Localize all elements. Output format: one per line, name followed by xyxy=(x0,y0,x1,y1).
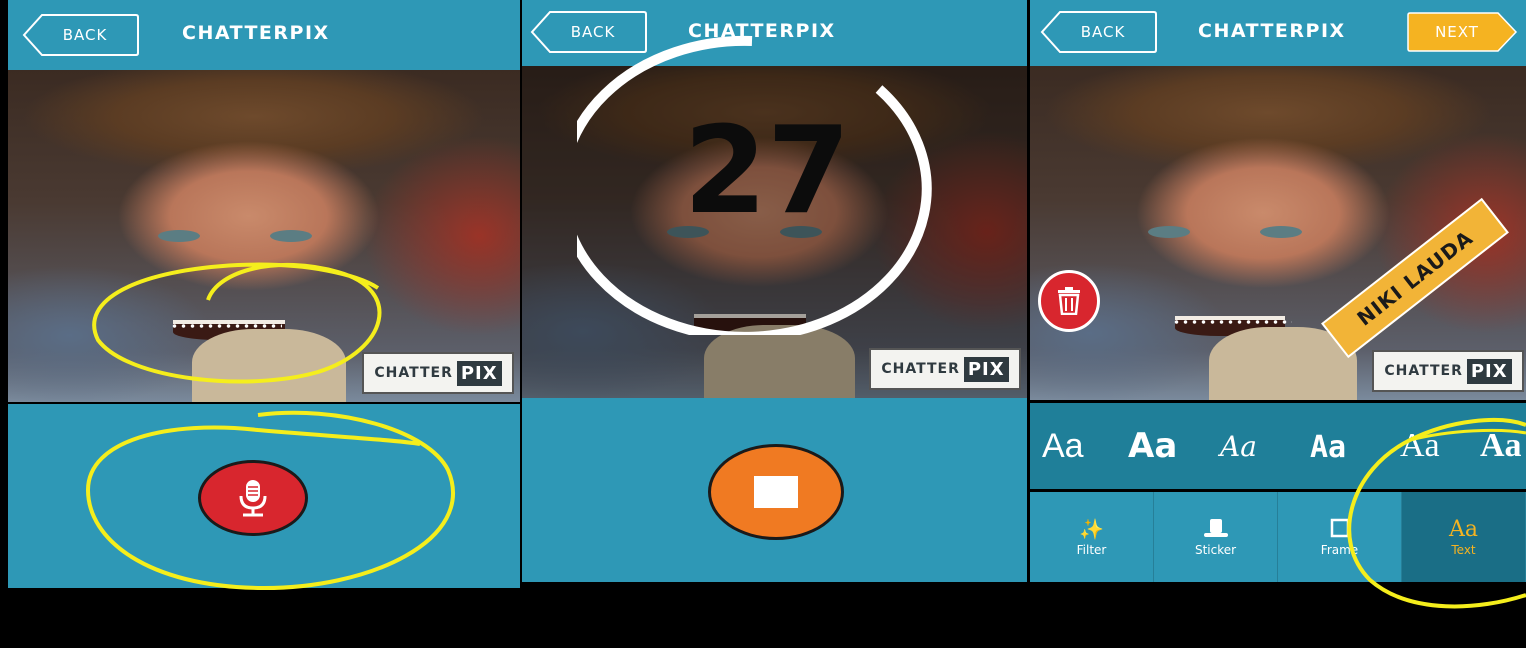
tab-sticker[interactable]: Sticker xyxy=(1154,492,1278,582)
right-eye xyxy=(1260,226,1302,238)
tab-label: Text xyxy=(1451,543,1476,557)
mouth-markers[interactable] xyxy=(1172,320,1292,324)
watermark-text: CHATTER xyxy=(374,365,453,381)
next-button[interactable]: NEXT xyxy=(1406,11,1518,53)
app-title: CHATTERPIX xyxy=(182,22,330,44)
font-picker: Aa Aa Aa Aa Aa Aa xyxy=(1030,403,1526,489)
text-icon: Aa xyxy=(1448,517,1478,542)
chatterpix-watermark: CHATTER PIX xyxy=(1372,350,1524,392)
top-bar: BACK CHATTERPIX xyxy=(8,0,520,70)
edit-screen: BACK CHATTERPIX NEXT NIKI LAUDA CHATTER P… xyxy=(1030,0,1526,648)
font-option-serif-bold[interactable]: Aa xyxy=(1480,429,1522,463)
font-option-bold[interactable]: Aa xyxy=(1128,429,1177,463)
stop-icon xyxy=(754,476,798,508)
top-bar: BACK CHATTERPIX NEXT xyxy=(1030,0,1526,66)
app-title: CHATTERPIX xyxy=(1198,20,1346,42)
tab-frame[interactable]: Frame xyxy=(1278,492,1402,582)
right-eye xyxy=(270,230,312,242)
left-eye xyxy=(158,230,200,242)
left-eye xyxy=(1148,226,1190,238)
watermark-pix: PIX xyxy=(1466,358,1512,384)
trash-icon xyxy=(1058,287,1080,315)
font-option-script[interactable]: Aa xyxy=(1220,433,1257,461)
back-label: BACK xyxy=(1080,23,1126,41)
recording-controls xyxy=(522,398,1027,582)
portrait-photo: CHATTER PIX xyxy=(8,70,520,402)
countdown-number: 27 xyxy=(683,102,851,241)
watermark-pix: PIX xyxy=(963,356,1009,382)
record-button[interactable] xyxy=(198,460,308,536)
collar xyxy=(192,328,346,402)
watermark-pix: PIX xyxy=(456,360,502,386)
portrait-photo: NIKI LAUDA CHATTER PIX xyxy=(1030,66,1526,400)
wand-icon: ✨ xyxy=(1079,517,1104,541)
mouth-markers[interactable] xyxy=(170,324,282,328)
tab-label: Sticker xyxy=(1194,543,1237,557)
font-option-serif[interactable]: Aa xyxy=(1400,429,1440,463)
hat-icon xyxy=(1203,517,1229,543)
chatterpix-watermark: CHATTER PIX xyxy=(869,348,1021,390)
tab-label: Filter xyxy=(1076,543,1107,557)
text-sticker[interactable]: NIKI LAUDA xyxy=(1321,197,1509,359)
record-controls xyxy=(8,404,520,588)
stop-button[interactable] xyxy=(708,444,844,540)
tab-filter[interactable]: ✨ Filter xyxy=(1030,492,1154,582)
chatterpix-watermark: CHATTER PIX xyxy=(362,352,514,394)
watermark-text: CHATTER xyxy=(1384,363,1463,379)
back-label: BACK xyxy=(62,26,108,44)
font-option-display[interactable]: Aa xyxy=(1310,433,1346,463)
tab-label: Frame xyxy=(1320,543,1359,557)
edit-tab-bar: ✨ Filter Sticker Frame Aa Text xyxy=(1030,492,1526,582)
frame-icon xyxy=(1329,517,1351,543)
next-label: NEXT xyxy=(1435,23,1479,41)
recording-screen: BACK CHATTERPIX CHATTER PIX 27 xyxy=(522,0,1027,648)
microphone-icon xyxy=(239,480,267,517)
back-button[interactable]: BACK xyxy=(1040,10,1158,54)
back-button[interactable]: BACK xyxy=(22,13,140,57)
watermark-text: CHATTER xyxy=(881,361,960,377)
delete-sticker-button[interactable] xyxy=(1038,270,1100,332)
font-option-sans[interactable]: Aa xyxy=(1042,429,1084,463)
record-screen: BACK CHATTERPIX CHATTER PIX xyxy=(8,0,520,648)
tab-text[interactable]: Aa Text xyxy=(1402,492,1526,582)
